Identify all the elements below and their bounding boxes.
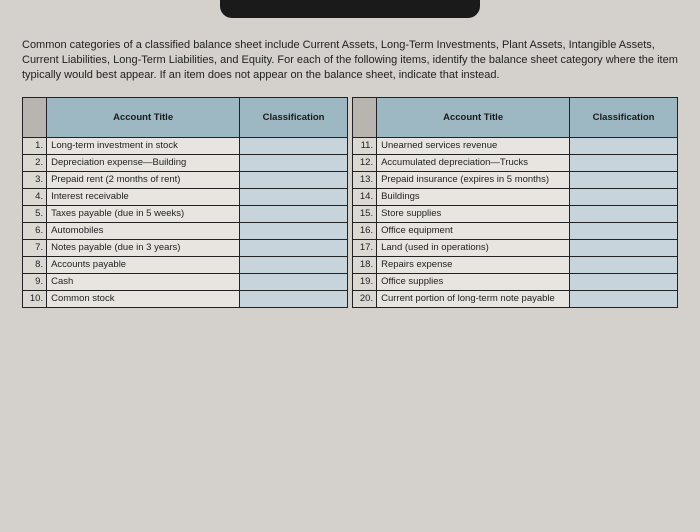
classification-cell[interactable] xyxy=(240,188,348,205)
table-row: 2.Depreciation expense—Building xyxy=(23,154,348,171)
account-title-cell: Buildings xyxy=(377,188,570,205)
table-row: 12.Accumulated depreciation—Trucks xyxy=(353,154,678,171)
row-number: 17. xyxy=(353,239,377,256)
account-title-cell: Office equipment xyxy=(377,222,570,239)
account-title-cell: Accounts payable xyxy=(47,256,240,273)
row-number: 8. xyxy=(23,256,47,273)
row-number: 9. xyxy=(23,273,47,290)
table-row: 9.Cash xyxy=(23,273,348,290)
row-number: 6. xyxy=(23,222,47,239)
table-row: 11.Unearned services revenue xyxy=(353,137,678,154)
classification-cell[interactable] xyxy=(240,290,348,307)
row-number: 12. xyxy=(353,154,377,171)
row-number: 3. xyxy=(23,171,47,188)
classification-cell[interactable] xyxy=(570,239,678,256)
classification-cell[interactable] xyxy=(570,137,678,154)
row-number: 20. xyxy=(353,290,377,307)
left-table: Account Title Classification 1.Long-term… xyxy=(22,97,348,308)
row-number: 16. xyxy=(353,222,377,239)
right-account-header: Account Title xyxy=(377,97,570,137)
table-row: 1.Long-term investment in stock xyxy=(23,137,348,154)
instructions-text: Common categories of a classified balanc… xyxy=(22,38,678,83)
classification-cell[interactable] xyxy=(570,188,678,205)
classification-cell[interactable] xyxy=(570,273,678,290)
row-number: 15. xyxy=(353,205,377,222)
row-number: 14. xyxy=(353,188,377,205)
table-row: 8.Accounts payable xyxy=(23,256,348,273)
table-row: 18.Repairs expense xyxy=(353,256,678,273)
classification-cell[interactable] xyxy=(240,154,348,171)
left-tbody: 1.Long-term investment in stock2.Depreci… xyxy=(23,137,348,307)
account-title-cell: Prepaid insurance (expires in 5 months) xyxy=(377,171,570,188)
table-row: 19.Office supplies xyxy=(353,273,678,290)
account-title-cell: Interest receivable xyxy=(47,188,240,205)
classification-cell[interactable] xyxy=(240,205,348,222)
classification-cell[interactable] xyxy=(570,154,678,171)
left-num-header xyxy=(23,97,47,137)
account-title-cell: Unearned services revenue xyxy=(377,137,570,154)
account-title-cell: Automobiles xyxy=(47,222,240,239)
classification-cell[interactable] xyxy=(570,205,678,222)
classification-cell[interactable] xyxy=(240,171,348,188)
account-title-cell: Depreciation expense—Building xyxy=(47,154,240,171)
table-row: 14.Buildings xyxy=(353,188,678,205)
right-class-header: Classification xyxy=(570,97,678,137)
classification-cell[interactable] xyxy=(240,137,348,154)
account-title-cell: Long-term investment in stock xyxy=(47,137,240,154)
account-title-cell: Land (used in operations) xyxy=(377,239,570,256)
table-row: 13.Prepaid insurance (expires in 5 month… xyxy=(353,171,678,188)
classification-cell[interactable] xyxy=(570,256,678,273)
classification-cell[interactable] xyxy=(240,256,348,273)
table-row: 7.Notes payable (due in 3 years) xyxy=(23,239,348,256)
table-row: 4.Interest receivable xyxy=(23,188,348,205)
table-row: 10.Common stock xyxy=(23,290,348,307)
account-title-cell: Common stock xyxy=(47,290,240,307)
row-number: 4. xyxy=(23,188,47,205)
device-notch xyxy=(220,0,480,18)
row-number: 19. xyxy=(353,273,377,290)
row-number: 13. xyxy=(353,171,377,188)
table-row: 17.Land (used in operations) xyxy=(353,239,678,256)
account-title-cell: Repairs expense xyxy=(377,256,570,273)
row-number: 1. xyxy=(23,137,47,154)
table-row: 6.Automobiles xyxy=(23,222,348,239)
left-account-header: Account Title xyxy=(47,97,240,137)
account-title-cell: Cash xyxy=(47,273,240,290)
classification-cell[interactable] xyxy=(240,239,348,256)
account-title-cell: Notes payable (due in 3 years) xyxy=(47,239,240,256)
table-row: 16.Office equipment xyxy=(353,222,678,239)
row-number: 2. xyxy=(23,154,47,171)
row-number: 7. xyxy=(23,239,47,256)
right-tbody: 11.Unearned services revenue12.Accumulat… xyxy=(353,137,678,307)
account-title-cell: Taxes payable (due in 5 weeks) xyxy=(47,205,240,222)
row-number: 18. xyxy=(353,256,377,273)
classification-cell[interactable] xyxy=(240,273,348,290)
account-title-cell: Store supplies xyxy=(377,205,570,222)
table-row: 15.Store supplies xyxy=(353,205,678,222)
row-number: 11. xyxy=(353,137,377,154)
right-num-header xyxy=(353,97,377,137)
content-area: Common categories of a classified balanc… xyxy=(0,26,700,320)
tables-wrapper: Account Title Classification 1.Long-term… xyxy=(22,97,678,308)
left-class-header: Classification xyxy=(240,97,348,137)
row-number: 5. xyxy=(23,205,47,222)
table-row: 5.Taxes payable (due in 5 weeks) xyxy=(23,205,348,222)
right-table: Account Title Classification 11.Unearned… xyxy=(352,97,678,308)
table-row: 20.Current portion of long-term note pay… xyxy=(353,290,678,307)
table-row: 3.Prepaid rent (2 months of rent) xyxy=(23,171,348,188)
account-title-cell: Prepaid rent (2 months of rent) xyxy=(47,171,240,188)
account-title-cell: Office supplies xyxy=(377,273,570,290)
account-title-cell: Current portion of long-term note payabl… xyxy=(377,290,570,307)
row-number: 10. xyxy=(23,290,47,307)
classification-cell[interactable] xyxy=(570,290,678,307)
classification-cell[interactable] xyxy=(570,171,678,188)
account-title-cell: Accumulated depreciation—Trucks xyxy=(377,154,570,171)
classification-cell[interactable] xyxy=(570,222,678,239)
classification-cell[interactable] xyxy=(240,222,348,239)
